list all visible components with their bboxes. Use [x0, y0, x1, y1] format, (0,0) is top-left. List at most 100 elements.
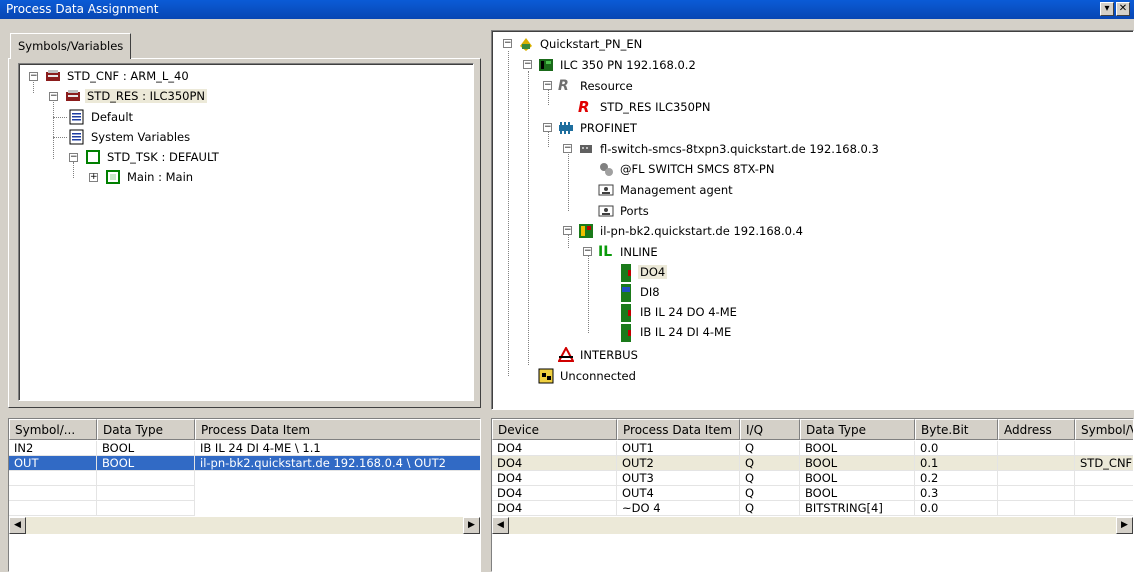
symbols-grid[interactable]: Symbol/... Data Type Process Data Item I… [8, 418, 481, 572]
collapse-icon[interactable]: − [49, 92, 58, 101]
table-cell[interactable]: BOOL [800, 441, 915, 456]
tree-node-do4[interactable]: DO4 [618, 262, 668, 282]
scroll-left-icon[interactable]: ◀ [9, 517, 26, 534]
tree-node-resource[interactable]: R Resource [558, 76, 635, 96]
tree-label: ILC 350 PN 192.168.0.2 [560, 58, 696, 72]
collapse-icon[interactable]: − [29, 72, 38, 81]
table-cell[interactable]: BOOL [800, 456, 915, 471]
table-cell[interactable]: DO4 [492, 501, 617, 516]
table-cell[interactable]: OUT4 [617, 486, 740, 501]
collapse-icon[interactable]: − [563, 144, 572, 153]
column-header-byte-bit[interactable]: Byte.Bit [915, 419, 998, 440]
project-icon [518, 36, 534, 52]
tree-node-profinet[interactable]: PROFINET [558, 118, 639, 138]
table-cell[interactable]: 0.3 [915, 486, 998, 501]
tree-node-system-variables[interactable]: System Variables [69, 127, 192, 147]
table-cell[interactable] [998, 471, 1075, 486]
tree-node-main[interactable]: Main : Main [105, 167, 195, 187]
tree-node-project[interactable]: Quickstart_PN_EN [518, 34, 644, 54]
collapse-icon[interactable]: − [563, 226, 572, 235]
symbols-tree[interactable]: − STD_CNF : ARM_L_40 − STD_RES : ILC350P… [18, 63, 474, 401]
table-cell[interactable] [1075, 441, 1133, 456]
column-header-symbol[interactable]: Symbol/... [9, 419, 97, 440]
tree-node-interbus[interactable]: INTERBUS [557, 345, 640, 365]
collapse-icon[interactable]: − [543, 123, 552, 132]
table-cell[interactable]: 0.2 [915, 471, 998, 486]
collapse-icon[interactable]: − [583, 247, 592, 256]
table-cell[interactable]: DO4 [492, 471, 617, 486]
tree-node-management-agent[interactable]: Management agent [598, 180, 735, 200]
table-cell[interactable]: DO4 [492, 486, 617, 501]
column-header-process-data-item[interactable]: Process Data Item [195, 419, 480, 440]
table-cell[interactable] [1075, 471, 1133, 486]
tab-symbols-variables[interactable]: Symbols/Variables [10, 33, 132, 59]
table-cell[interactable]: BITSTRING[4] [800, 501, 915, 516]
table-cell[interactable] [998, 486, 1075, 501]
tree-node-default[interactable]: Default [69, 107, 135, 127]
tree-node-ib-il-di[interactable]: IB IL 24 DI 4-ME [618, 322, 733, 342]
table-cell[interactable] [998, 456, 1075, 471]
table-cell[interactable]: OUT1 [617, 441, 740, 456]
table-cell[interactable]: il-pn-bk2.quickstart.de 192.168.0.4 \ OU… [195, 456, 480, 471]
tree-node-unconnected[interactable]: Unconnected [538, 366, 638, 386]
column-header-process-data-item[interactable]: Process Data Item [617, 419, 740, 440]
process-data-grid[interactable]: Device Process Data Item I/Q Data Type B… [491, 418, 1134, 572]
table-cell[interactable]: Q [740, 501, 800, 516]
table-cell[interactable]: Q [740, 441, 800, 456]
tree-node-ilc350[interactable]: ILC 350 PN 192.168.0.2 [538, 55, 698, 75]
column-header-address[interactable]: Address [998, 419, 1075, 440]
table-cell[interactable]: Q [740, 456, 800, 471]
tree-node-fl-switch-device[interactable]: @FL SWITCH SMCS 8TX-PN [598, 159, 776, 179]
table-cell[interactable]: OUT2 [617, 456, 740, 471]
table-cell[interactable]: IN2 [9, 441, 97, 456]
scroll-right-icon[interactable]: ▶ [463, 517, 480, 534]
table-cell[interactable]: OUT [9, 456, 97, 471]
tree-node-ports[interactable]: Ports [598, 201, 651, 221]
tree-node-inline[interactable]: IL INLINE [598, 242, 660, 262]
tree-node-std-tsk[interactable]: STD_TSK : DEFAULT [85, 147, 221, 167]
table-cell[interactable]: 0.0 [915, 441, 998, 456]
table-cell[interactable]: 0.0 [915, 501, 998, 516]
tree-node-di8[interactable]: DI8 [618, 282, 662, 302]
minimize-icon[interactable]: ▾ [1100, 2, 1114, 16]
scroll-left-icon[interactable]: ◀ [492, 517, 509, 534]
table-cell[interactable]: Q [740, 486, 800, 501]
device-tree[interactable]: − Quickstart_PN_EN − ILC 350 PN 192.168.… [491, 30, 1134, 410]
table-cell[interactable] [1075, 486, 1133, 501]
tree-node-std-cnf[interactable]: STD_CNF : ARM_L_40 [45, 66, 191, 86]
tree-node-il-pn-bk2[interactable]: il-pn-bk2.quickstart.de 192.168.0.4 [578, 221, 805, 241]
table-cell[interactable]: OUT3 [617, 471, 740, 486]
table-cell[interactable]: 0.1 [915, 456, 998, 471]
column-header-iq[interactable]: I/Q [740, 419, 800, 440]
table-cell[interactable]: BOOL [800, 486, 915, 501]
table-cell[interactable]: ~DO 4 [617, 501, 740, 516]
table-cell[interactable]: BOOL [97, 441, 195, 456]
column-header-data-type[interactable]: Data Type [97, 419, 195, 440]
table-cell[interactable] [1075, 501, 1133, 516]
table-cell[interactable] [998, 501, 1075, 516]
tree-node-fl-switch[interactable]: fl-switch-smcs-8txpn3.quickstart.de 192.… [578, 139, 881, 159]
close-icon[interactable]: ✕ [1116, 2, 1130, 16]
table-cell[interactable]: BOOL [800, 471, 915, 486]
table-cell[interactable]: STD_CNF [1075, 456, 1133, 471]
table-cell[interactable]: Q [740, 471, 800, 486]
collapse-icon[interactable]: − [543, 81, 552, 90]
collapse-icon[interactable]: − [69, 153, 78, 162]
horizontal-scrollbar[interactable]: ◀ ▶ [492, 517, 1133, 534]
collapse-icon[interactable]: − [523, 60, 532, 69]
horizontal-scrollbar[interactable]: ◀ ▶ [9, 517, 480, 534]
column-header-symbol[interactable]: Symbol/V [1075, 419, 1133, 440]
scroll-right-icon[interactable]: ▶ [1116, 517, 1133, 534]
table-cell[interactable]: DO4 [492, 441, 617, 456]
tree-node-ib-il-do[interactable]: IB IL 24 DO 4-ME [618, 302, 739, 322]
table-cell[interactable]: DO4 [492, 456, 617, 471]
column-header-device[interactable]: Device [492, 419, 617, 440]
tree-node-std-res-ilc[interactable]: R STD_RES ILC350PN [578, 97, 712, 117]
collapse-icon[interactable]: − [503, 39, 512, 48]
column-header-data-type[interactable]: Data Type [800, 419, 915, 440]
table-cell[interactable]: IB IL 24 DI 4-ME \ 1.1 [195, 441, 480, 456]
expand-icon[interactable]: + [89, 173, 98, 182]
table-cell[interactable] [998, 441, 1075, 456]
table-cell[interactable]: BOOL [97, 456, 195, 471]
tree-node-std-res[interactable]: STD_RES : ILC350PN [65, 86, 207, 106]
